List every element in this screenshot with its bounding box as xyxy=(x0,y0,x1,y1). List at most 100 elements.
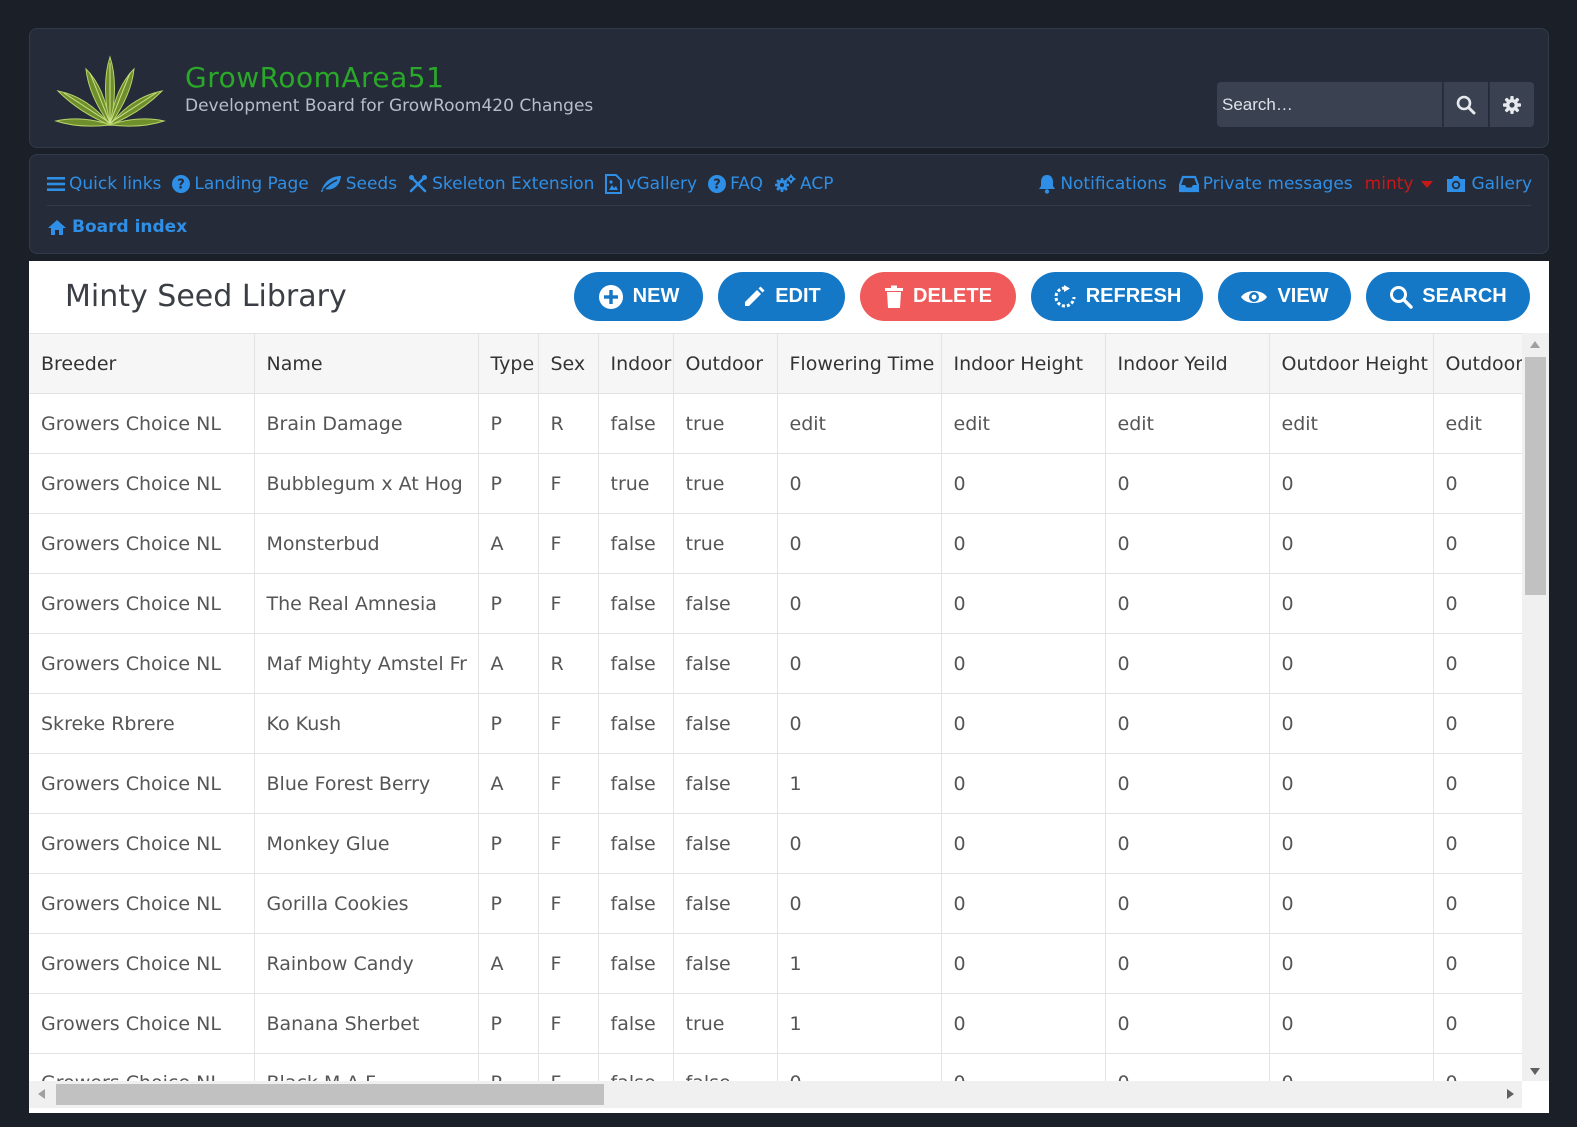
delete-button[interactable]: DELETE xyxy=(860,272,1016,321)
trash-icon xyxy=(885,285,904,308)
scroll-down-arrow-icon[interactable] xyxy=(1530,1068,1540,1075)
pencil-icon xyxy=(745,286,765,306)
column-header-outdoor-height[interactable]: Outdoor Height xyxy=(1269,333,1434,394)
column-header-indoor[interactable]: Indoor xyxy=(598,333,674,394)
table-cell: false xyxy=(673,873,778,934)
table-cell: 0 xyxy=(1433,573,1522,634)
column-header-flowering-time[interactable]: Flowering Time xyxy=(777,333,942,394)
table-cell: false xyxy=(673,813,778,874)
site-title[interactable]: GrowRoomArea51 xyxy=(185,61,444,94)
table-row[interactable]: Growers Choice NL The Real Amnesia P Ffalse… xyxy=(29,573,1522,634)
table-row[interactable]: Growers Choice NLBlack M.A.F.PFfalsefals… xyxy=(29,1053,1522,1081)
table-row[interactable]: Growers Choice NL Monsterbud A Ffalse true 0 0… xyxy=(29,513,1522,574)
view-button-label: VIEW xyxy=(1277,285,1329,307)
nav-landing-page[interactable]: ? Landing Page xyxy=(172,174,309,194)
table-cell: 0 xyxy=(777,693,942,754)
table-row[interactable]: Skreke Rbrere Ko Kush P Ffalse false 0 0 0 0 0 xyxy=(29,693,1522,754)
nav-left-links: Quick links ? Landing Page Seeds Skeleto… xyxy=(47,171,844,197)
table-cell: 1 xyxy=(777,933,942,994)
nav-skeleton-extension[interactable]: Skeleton Extension xyxy=(408,174,594,194)
table-cell: F xyxy=(538,453,599,514)
table-cell: 0 xyxy=(1105,753,1270,814)
view-button[interactable]: VIEW xyxy=(1218,272,1351,321)
nav-seeds[interactable]: Seeds xyxy=(320,174,397,194)
nav-quick-links[interactable]: Quick links xyxy=(47,174,161,194)
breadcrumb-board-index[interactable]: Board index xyxy=(47,217,187,237)
table-cell: A xyxy=(478,753,539,814)
table-cell: 0 xyxy=(1269,933,1434,994)
seed-library-panel: Minty Seed Library NEW EDIT DELETE REFRE… xyxy=(29,261,1549,1113)
search-button[interactable] xyxy=(1443,82,1488,127)
table-row[interactable]: Growers Choice NL Monkey Glue P Ffalse false… xyxy=(29,813,1522,874)
table-cell: Growers Choice NL xyxy=(29,393,255,454)
table-cell: 0 xyxy=(941,813,1106,874)
table-cell: false xyxy=(598,813,674,874)
table-row[interactable]: Growers Choice NL Blue Forest Berry A Ffals… xyxy=(29,753,1522,814)
delete-button-label: DELETE xyxy=(913,285,992,307)
vertical-scrollbar[interactable] xyxy=(1522,333,1549,1081)
username: minty xyxy=(1364,174,1414,194)
horizontal-scrollbar[interactable] xyxy=(29,1081,1522,1108)
table-body: Growers Choice NL Brain Damage P Rfalse true… xyxy=(29,393,1522,1081)
column-header-indoor-height[interactable]: Indoor Height xyxy=(941,333,1106,394)
edit-button[interactable]: EDIT xyxy=(718,272,845,321)
table-cell: 0 xyxy=(1105,1053,1270,1081)
table-cell: false xyxy=(598,1053,674,1081)
column-header-outdoor-yield[interactable]: Outdoor xyxy=(1433,333,1522,394)
svg-text:?: ? xyxy=(713,178,721,193)
table-cell: Growers Choice NL xyxy=(29,1053,255,1081)
table-cell: 0 xyxy=(777,813,942,874)
table-row[interactable]: Growers Choice NL Maf Mighty Amstel Fr A Rf… xyxy=(29,633,1522,694)
table-cell: F xyxy=(538,1053,599,1081)
scroll-left-arrow-icon[interactable] xyxy=(38,1089,45,1099)
nav-notifications[interactable]: Notifications xyxy=(1038,174,1167,194)
horizontal-scroll-thumb[interactable] xyxy=(56,1084,604,1105)
camera-icon xyxy=(1447,176,1466,192)
cannabis-leaf-logo[interactable] xyxy=(52,55,168,131)
table-cell: A xyxy=(478,933,539,994)
column-header-sex[interactable]: Sex xyxy=(538,333,599,394)
bell-icon xyxy=(1039,175,1056,194)
question-circle-icon: ? xyxy=(708,175,727,193)
nav-acp[interactable]: ACP xyxy=(774,174,833,194)
column-header-breeder[interactable]: Breeder xyxy=(29,333,255,394)
column-header-outdoor[interactable]: Outdoor xyxy=(673,333,778,394)
vertical-scroll-thumb[interactable] xyxy=(1525,357,1546,595)
search-table-button-label: SEARCH xyxy=(1422,285,1507,307)
user-menu[interactable]: minty xyxy=(1365,174,1434,194)
cogs-icon xyxy=(775,174,796,192)
column-header-indoor-yield[interactable]: Indoor Yeild xyxy=(1105,333,1270,394)
table-cell: R xyxy=(538,633,599,694)
table-cell: 0 xyxy=(1105,933,1270,994)
column-header-type[interactable]: Type xyxy=(478,333,539,394)
table-cell: 0 xyxy=(1433,453,1522,514)
advanced-search-button[interactable] xyxy=(1489,82,1534,127)
nav-notifications-label: Notifications xyxy=(1060,174,1167,194)
table-cell: Ko Kush xyxy=(254,693,479,754)
nav-vgallery[interactable]: vGallery xyxy=(605,174,697,194)
search-table-button[interactable]: SEARCH xyxy=(1366,272,1530,321)
table-row[interactable]: Growers Choice NL Bubblegum x At Hog P Ftru… xyxy=(29,453,1522,514)
table-cell: F xyxy=(538,753,599,814)
table-row[interactable]: Growers Choice NL Rainbow Candy A Ffalse fal… xyxy=(29,933,1522,994)
table-cell: false xyxy=(673,633,778,694)
table-row[interactable]: Growers Choice NL Banana Sherbet P Ffalse tr… xyxy=(29,993,1522,1054)
table-row[interactable]: Growers Choice NL Gorilla Cookies P Ffalse f… xyxy=(29,873,1522,934)
nav-acp-label: ACP xyxy=(800,174,834,194)
new-button[interactable]: NEW xyxy=(574,272,703,321)
refresh-button[interactable]: REFRESH xyxy=(1031,272,1203,321)
column-header-name[interactable]: Name xyxy=(254,333,479,394)
table-row[interactable]: Growers Choice NL Brain Damage P Rfalse true… xyxy=(29,393,1522,454)
scroll-up-arrow-icon[interactable] xyxy=(1530,341,1540,348)
scroll-right-arrow-icon[interactable] xyxy=(1507,1089,1514,1099)
seed-table-viewport[interactable]: Breeder Name Type Sex Indoor Outdoor Flo… xyxy=(29,333,1522,1081)
table-cell: 0 xyxy=(1105,633,1270,694)
nav-private-messages[interactable]: Private messages xyxy=(1178,174,1353,194)
table-cell: A xyxy=(478,633,539,694)
table-cell: 0 xyxy=(1433,933,1522,994)
table-cell: Banana Sherbet xyxy=(254,993,479,1054)
search-input[interactable] xyxy=(1217,82,1442,127)
nav-gallery[interactable]: Gallery xyxy=(1445,174,1532,194)
nav-faq[interactable]: ? FAQ xyxy=(708,174,763,194)
table-cell: 0 xyxy=(941,873,1106,934)
